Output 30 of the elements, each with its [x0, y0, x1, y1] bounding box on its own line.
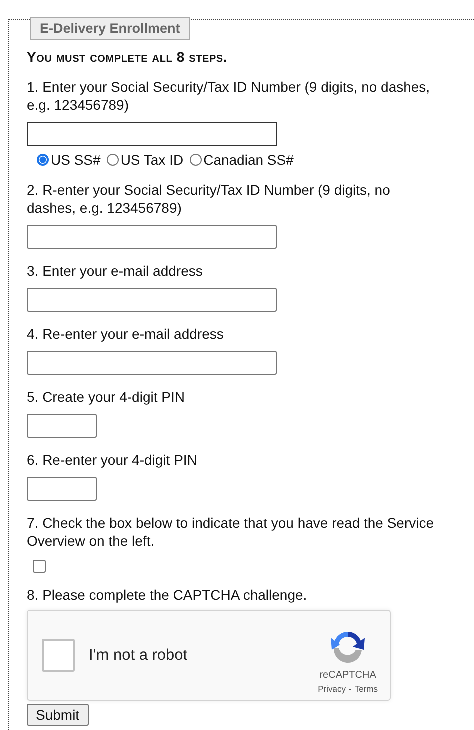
radio-button[interactable] [106, 154, 119, 166]
input-field[interactable] [27, 351, 277, 375]
privacy-link[interactable]: Privacy [318, 684, 346, 694]
step-label: 3. Enter your e-mail address [27, 262, 204, 280]
form-heading: You must complete all 8 steps. [27, 49, 229, 65]
link-separator: - [349, 684, 352, 694]
captcha-label: I'm not a robot [89, 646, 189, 664]
radio-label: US SS# [51, 152, 101, 168]
radio-button[interactable] [37, 154, 49, 166]
submit-button[interactable]: Submit [27, 704, 89, 726]
step-label: 4. Re-enter your e-mail address [27, 325, 225, 343]
terms-link[interactable]: Terms [354, 684, 378, 694]
step-label: 6. Re-enter your 4-digit PIN [27, 451, 198, 469]
input-field[interactable] [27, 122, 277, 146]
step-label: 2. R-enter your Social Security/Tax ID Number (9 digits, no dashes, e.g. 123456789) [27, 181, 392, 217]
recaptcha-brand: reCAPTCHA [320, 670, 376, 680]
radio-label: US Tax ID [120, 152, 184, 168]
step-label: 7. Check the box below to indicate that you have read the Service Overview on the left. [27, 514, 436, 550]
input-field[interactable] [27, 288, 277, 312]
step-label: 1. Enter your Social Security/Tax ID Number (9 digits, no dashes, e.g. 123456789) [27, 78, 432, 114]
checkbox[interactable] [33, 560, 46, 573]
step-label: 5. Create your 4-digit PIN [27, 388, 186, 406]
input-field[interactable] [27, 414, 97, 438]
captcha-checkbox[interactable] [42, 639, 75, 672]
input-field[interactable] [27, 225, 277, 249]
step-label: 8. Please complete the CAPTCHA challenge. [27, 586, 308, 604]
radio-label: Canadian SS# [204, 152, 294, 168]
panel-legend: E-Delivery Enrollment [30, 17, 190, 40]
input-field[interactable] [27, 477, 97, 501]
radio-button[interactable] [190, 154, 202, 166]
